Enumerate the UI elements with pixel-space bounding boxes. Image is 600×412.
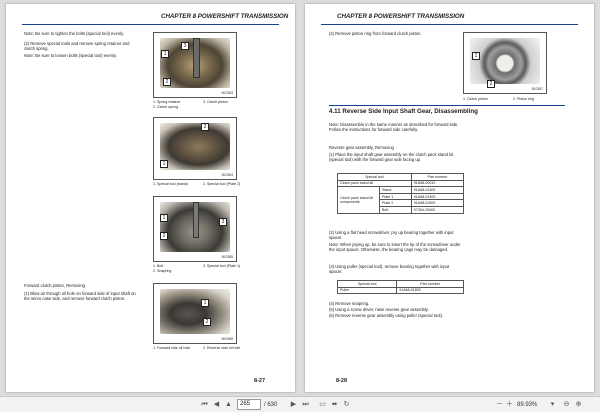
zoom-out-small-icon[interactable]: ⊖: [562, 400, 571, 410]
callout-2: 2: [203, 318, 211, 326]
caption-3b: 3. Special tool (Plate 1): [203, 264, 241, 268]
viewer-toolbar: ⏮ ◀ ▲ 265 / 630 ▶ ⏭ ▭ ⬌ ↻ － ＋ 89.93% ▾ ⊖…: [0, 396, 600, 412]
caption-1a2: 2. Clutch spring: [153, 105, 178, 109]
caption-3a2: 2. Snapring: [153, 269, 172, 273]
figure-spring-retainer: 3 1 2 50G583: [153, 32, 237, 98]
step-place-gear: (1) Place the input shaft gear assembly …: [329, 152, 454, 163]
caption-3a: 1. Bolt: [153, 264, 164, 268]
callout-2: 2: [487, 80, 495, 88]
prev-page-icon[interactable]: ◀: [212, 400, 221, 410]
figure-code: 50G586: [221, 337, 233, 341]
table-cell: 07284-15400: [410, 205, 465, 214]
forward-heading: Forward clutch piston, Removing: [24, 283, 85, 288]
table-cell: Stand: [379, 186, 412, 194]
figure-oil-holes: 1 2 50G586: [153, 283, 237, 344]
caption-1b: 3. Clutch piston: [203, 100, 228, 104]
caption-b: 2. Piston ring: [513, 97, 534, 101]
rotate-icon[interactable]: ↻: [342, 400, 351, 410]
table-cell: 91A68-01500: [410, 199, 465, 207]
pdf-viewer: CHAPTER 8 POWERSHIFT TRANSMISSION Note: …: [0, 0, 600, 412]
section-rule: [329, 105, 565, 106]
caption-4b: 2. Reverse side oil hole: [203, 346, 241, 350]
table-cell: Clutch pack stand kit: [337, 179, 412, 188]
step-remove-snapring: (4) Remove snapring.: [329, 301, 370, 306]
page-number: 8-27: [254, 378, 266, 384]
table-cell: Plate 1: [379, 192, 412, 201]
puller-table: Special tool Part number Puller 91A68-01…: [336, 280, 464, 295]
table-header-part: Part number: [410, 173, 465, 181]
right-page: CHAPTER 8 POWERSHIFT TRANSMISSION (2) Re…: [305, 4, 594, 392]
left-page: CHAPTER 8 POWERSHIFT TRANSMISSION Note: …: [6, 4, 295, 392]
note-same-manner: Note: Disassemble in the same manner as …: [329, 122, 459, 133]
subheading-reverse: Reverse gear assembly, Removing: [329, 145, 394, 150]
special-tool-table: Special tool Part number Clutch pack sta…: [337, 173, 465, 214]
figure-piston-ring: 1 2 50G587: [463, 32, 547, 94]
figure-code: 50G585: [221, 255, 233, 259]
figure-code: 50G583: [221, 91, 233, 95]
photo-piston: [470, 38, 540, 84]
caption-4a: 1. Forward side oil hole: [153, 346, 191, 350]
step-remove-tools: (2) Remove special tools and remove spri…: [24, 41, 130, 52]
shaft-shape: [193, 38, 200, 78]
table-cell: Bolt: [379, 205, 412, 214]
caption-2a: 1. Special tool (stand): [153, 182, 188, 186]
figure-code: 50G584: [221, 173, 233, 177]
section-title: 4.11 Reverse Side Input Shaft Gear, Disa…: [329, 108, 478, 115]
table-cell: 91A68-01400: [410, 192, 465, 201]
header-rule: [321, 24, 578, 26]
step-remove-piston-ring: (2) Remove piston ring from forward clut…: [329, 31, 422, 36]
caption-1a: 1. Spring retainer: [153, 100, 181, 104]
fit-page-icon[interactable]: ▭: [318, 400, 327, 410]
zoom-in-small-icon[interactable]: ⊕: [574, 400, 583, 410]
callout-1: 1: [472, 52, 480, 60]
step-pry-bearing: (2) Using a flat head screwdriver, pry u…: [329, 230, 454, 241]
next-page-icon[interactable]: ▶: [289, 400, 298, 410]
note-loosen: Note: Be sure to loosen bolts (special t…: [24, 53, 117, 58]
shaft-shape: [193, 202, 199, 238]
callout-3: 3: [181, 42, 189, 50]
zoom-in-icon[interactable]: ＋: [505, 400, 514, 410]
caption-2b: 2. Special tool (Plate 2): [203, 182, 241, 186]
table-header-tool: Special tool: [336, 280, 398, 288]
step-remove-gear: (6) Remove reverse gear assembly using p…: [329, 313, 444, 318]
table-cell: Plate 2: [379, 199, 412, 207]
zoom-level[interactable]: 89.93%: [517, 400, 537, 410]
first-page-icon[interactable]: ⏮: [200, 400, 209, 410]
callout-1: 1: [160, 160, 168, 168]
page-total: / 630: [264, 402, 278, 408]
photo-stand: [160, 123, 230, 170]
table-cell: Puller: [336, 286, 398, 295]
callout-3: 3: [219, 218, 227, 226]
page-number-input[interactable]: 265: [237, 399, 261, 410]
callout-2: 2: [201, 123, 209, 131]
callout-2: 2: [163, 78, 171, 86]
callout-2: 2: [160, 232, 168, 240]
fit-width-icon[interactable]: ⬌: [330, 400, 339, 410]
zoom-out-icon[interactable]: －: [495, 400, 504, 410]
table-header-part: Part number: [396, 280, 464, 288]
note-tighten: Note: Be sure to tighten the bolts (spec…: [24, 31, 125, 36]
note-pry: Note: When prying up, be sure to insert …: [329, 242, 461, 253]
callout-1: 1: [161, 50, 169, 58]
header-rule: [22, 24, 279, 26]
table-cell: 91A68-01300: [410, 186, 465, 194]
callout-1: 1: [201, 299, 209, 307]
table-group-label: Clutch pack stand kit components: [337, 186, 380, 214]
table-cell: 91A68-00010: [410, 179, 465, 188]
caption-a: 1. Clutch piston: [463, 97, 488, 101]
step-blow-air: (1) Blow air through oil hole on forward…: [24, 291, 136, 302]
page-number: 8-28: [336, 378, 348, 384]
table-header-tool: Special tool: [337, 173, 412, 181]
zoom-dropdown-icon[interactable]: ▾: [548, 400, 557, 410]
step-raise-gear: (5) Using a screw driver, raise reverse …: [329, 307, 429, 312]
last-page-icon[interactable]: ⏭: [301, 400, 310, 410]
figure-bolt-snapring: 1 3 2 50G585: [153, 196, 237, 262]
step-puller: (3) Using puller (special tool), remove …: [329, 264, 450, 275]
page-up-icon[interactable]: ▲: [224, 400, 233, 410]
figure-code: 50G587: [531, 87, 543, 91]
table-cell: 91A68-01800: [396, 286, 464, 295]
figure-special-tool-stand: 2 1 50G584: [153, 117, 237, 180]
callout-1: 1: [160, 214, 168, 222]
photo-oil-holes: [160, 289, 230, 334]
